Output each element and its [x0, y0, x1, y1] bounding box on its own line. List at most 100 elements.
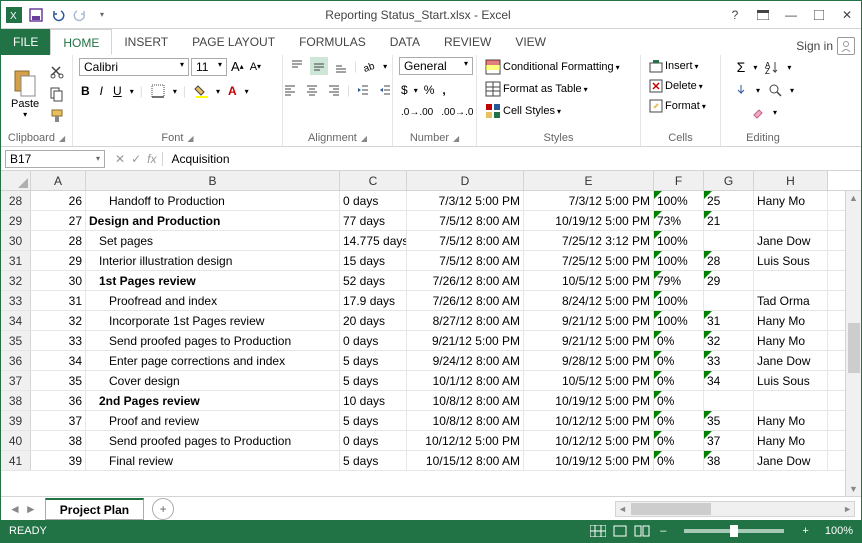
table-row[interactable]: 3937Proof and review5 days10/8/12 8:00 A…: [1, 411, 861, 431]
align-right-icon[interactable]: [325, 81, 343, 99]
table-row[interactable]: 32301st Pages review52 days7/26/12 8:00 …: [1, 271, 861, 291]
sort-filter-icon[interactable]: AZ: [763, 58, 781, 76]
cell[interactable]: Proofread and index: [86, 291, 340, 310]
table-row[interactable]: 2826Handoff to Production0 days7/3/12 5:…: [1, 191, 861, 211]
cell[interactable]: 0%: [654, 431, 704, 450]
cell[interactable]: Design and Production: [86, 211, 340, 230]
accounting-icon[interactable]: $: [399, 81, 410, 99]
number-format-select[interactable]: General▾: [399, 57, 473, 75]
cell[interactable]: 33: [704, 351, 754, 370]
increase-decimal-icon[interactable]: .0→.00: [399, 105, 435, 120]
cell[interactable]: 10/19/12 5:00 PM: [524, 451, 654, 470]
tab-view[interactable]: VIEW: [503, 29, 558, 55]
cell[interactable]: Enter page corrections and index: [86, 351, 340, 370]
column-header-D[interactable]: D: [407, 171, 524, 190]
cell[interactable]: 10/5/12 5:00 PM: [524, 371, 654, 390]
column-header-B[interactable]: B: [86, 171, 340, 190]
tab-formulas[interactable]: FORMULAS: [287, 29, 378, 55]
decrease-font-icon[interactable]: A▾: [248, 59, 263, 75]
column-header-E[interactable]: E: [524, 171, 654, 190]
cell[interactable]: 0 days: [340, 191, 407, 210]
copy-icon[interactable]: [47, 84, 67, 104]
v-scroll-thumb[interactable]: [848, 323, 860, 373]
table-row[interactable]: 4139Final review5 days10/15/12 8:00 AM10…: [1, 451, 861, 471]
cell[interactable]: 77 days: [340, 211, 407, 230]
cell[interactable]: 100%: [654, 231, 704, 250]
column-header-F[interactable]: F: [654, 171, 704, 190]
cell[interactable]: 25: [704, 191, 754, 210]
name-box[interactable]: B17▾: [5, 150, 105, 168]
conditional-formatting-button[interactable]: Conditional Formatting▾: [483, 57, 622, 77]
cell[interactable]: Handoff to Production: [86, 191, 340, 210]
cell[interactable]: 5 days: [340, 351, 407, 370]
zoom-thumb[interactable]: [730, 525, 738, 537]
fill-icon[interactable]: [732, 81, 750, 99]
table-row[interactable]: 2927Design and Production77 days7/5/12 8…: [1, 211, 861, 231]
align-left-icon[interactable]: [281, 81, 299, 99]
align-bottom-icon[interactable]: [332, 57, 350, 75]
cell[interactable]: 100%: [654, 251, 704, 270]
cell[interactable]: 35: [704, 411, 754, 430]
cell[interactable]: 8/24/12 5:00 PM: [524, 291, 654, 310]
cell[interactable]: Set pages: [86, 231, 340, 250]
cell[interactable]: 21: [704, 211, 754, 230]
cell[interactable]: 100%: [654, 291, 704, 310]
cell[interactable]: 30: [31, 271, 86, 290]
cell[interactable]: 17.9 days: [340, 291, 407, 310]
help-icon[interactable]: ?: [725, 5, 745, 25]
tab-data[interactable]: DATA: [378, 29, 432, 55]
align-center-icon[interactable]: [303, 81, 321, 99]
cell[interactable]: 28: [704, 251, 754, 270]
cell[interactable]: Tad Orma: [754, 291, 828, 310]
cell[interactable]: 10/15/12 8:00 AM: [407, 451, 524, 470]
save-icon[interactable]: [27, 6, 45, 24]
grid-body[interactable]: 2826Handoff to Production0 days7/3/12 5:…: [1, 191, 861, 496]
increase-font-icon[interactable]: A▴: [229, 57, 246, 76]
cell[interactable]: 10/8/12 8:00 AM: [407, 391, 524, 410]
cell[interactable]: 100%: [654, 311, 704, 330]
cell[interactable]: 15 days: [340, 251, 407, 270]
align-top-icon[interactable]: [288, 57, 306, 75]
qat-customize-icon[interactable]: ▾: [93, 6, 111, 24]
cell[interactable]: 37: [31, 411, 86, 430]
cell[interactable]: 7/3/12 5:00 PM: [524, 191, 654, 210]
cell[interactable]: 34: [704, 371, 754, 390]
column-header-A[interactable]: A: [31, 171, 86, 190]
cell[interactable]: 0%: [654, 411, 704, 430]
sheet-tab-project-plan[interactable]: Project Plan: [45, 498, 144, 520]
tab-file[interactable]: FILE: [1, 29, 50, 55]
percent-icon[interactable]: %: [422, 81, 437, 99]
cell[interactable]: 8/27/12 8:00 AM: [407, 311, 524, 330]
zoom-level[interactable]: 100%: [825, 525, 853, 537]
comma-icon[interactable]: ,: [440, 81, 447, 99]
row-header[interactable]: 37: [1, 371, 31, 390]
row-header[interactable]: 38: [1, 391, 31, 410]
cell[interactable]: Send proofed pages to Production: [86, 331, 340, 350]
minimize-icon[interactable]: —: [781, 5, 801, 25]
table-row[interactable]: 38362nd Pages review10 days10/8/12 8:00 …: [1, 391, 861, 411]
column-header-C[interactable]: C: [340, 171, 407, 190]
insert-function-icon[interactable]: fx: [147, 152, 156, 166]
h-scroll-thumb[interactable]: [631, 503, 711, 515]
insert-cells-button[interactable]: Insert▾: [647, 57, 701, 75]
underline-button[interactable]: U: [111, 82, 124, 100]
cell[interactable]: 10/5/12 5:00 PM: [524, 271, 654, 290]
cell[interactable]: 10/12/12 5:00 PM: [524, 431, 654, 450]
cell[interactable]: 9/24/12 8:00 AM: [407, 351, 524, 370]
cell[interactable]: 10/19/12 5:00 PM: [524, 211, 654, 230]
zoom-out-button[interactable]: –: [656, 525, 670, 537]
cell[interactable]: 7/25/12 3:12 PM: [524, 231, 654, 250]
table-row[interactable]: 3129Interior illustration design15 days7…: [1, 251, 861, 271]
cell[interactable]: 2nd Pages review: [86, 391, 340, 410]
align-middle-icon[interactable]: [310, 57, 328, 75]
orientation-icon[interactable]: ab: [361, 57, 379, 75]
cell[interactable]: 7/26/12 8:00 AM: [407, 291, 524, 310]
decrease-decimal-icon[interactable]: .00→.0: [439, 105, 475, 120]
row-header[interactable]: 40: [1, 431, 31, 450]
cell-styles-button[interactable]: Cell Styles▾: [483, 101, 563, 121]
cell[interactable]: 38: [31, 431, 86, 450]
normal-view-icon[interactable]: [590, 525, 606, 537]
maximize-icon[interactable]: [809, 5, 829, 25]
cell[interactable]: Hany Mo: [754, 191, 828, 210]
table-row[interactable]: 3028Set pages14.775 days7/5/12 8:00 AM7/…: [1, 231, 861, 251]
